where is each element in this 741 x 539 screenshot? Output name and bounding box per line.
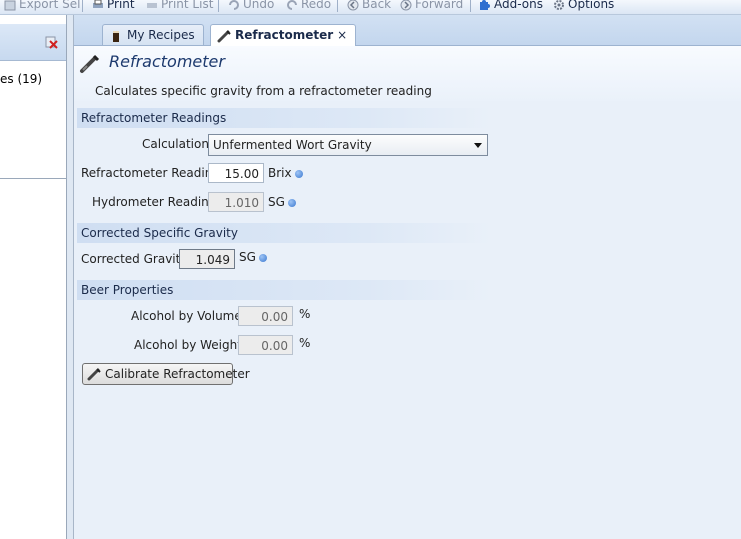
tab-my-recipes[interactable]: My Recipes <box>102 24 204 45</box>
abv-field: 0.00 <box>238 306 293 326</box>
add-ons-button[interactable]: Add-ons <box>479 0 543 12</box>
abv-label: Alcohol by Volume <box>131 309 242 323</box>
corrected-gravity-label: Corrected Gravity <box>81 252 188 266</box>
print-list-button[interactable]: Print List <box>146 0 213 12</box>
toolbar-separator <box>337 0 338 12</box>
chevron-down-icon <box>474 143 482 148</box>
back-icon <box>347 0 359 10</box>
clear-filter-icon[interactable] <box>44 35 58 49</box>
calculation-select[interactable]: Unfermented Wort Gravity <box>208 134 488 156</box>
toolbar-separator <box>82 0 83 12</box>
options-button[interactable]: Options <box>553 0 614 12</box>
left-pane-divider <box>0 178 66 179</box>
info-dot-icon[interactable] <box>294 169 303 178</box>
print-icon <box>93 0 103 8</box>
redo-button[interactable]: Redo <box>286 0 331 12</box>
back-button[interactable]: Back <box>347 0 391 12</box>
forward-button[interactable]: Forward <box>400 0 463 12</box>
corrected-unit: SG <box>239 250 267 264</box>
recipe-folder-item[interactable]: es (19) <box>0 72 42 86</box>
abw-label: Alcohol by Weight <box>134 338 242 352</box>
refractometer-icon <box>80 54 100 73</box>
section-refractometer-readings: Refractometer Readings <box>77 108 491 128</box>
abw-field: 0.00 <box>238 335 293 355</box>
page-title: Refractometer <box>109 52 225 71</box>
left-pane: es (19) <box>0 15 67 539</box>
refractometer-reading-input[interactable]: 15.00 <box>208 163 264 183</box>
vertical-splitter[interactable] <box>67 15 74 539</box>
hydrometer-reading-label: Hydrometer Reading <box>92 195 217 209</box>
toolbar-separator <box>470 0 471 12</box>
calibrate-refractometer-button[interactable]: Calibrate Refractometer <box>82 363 250 385</box>
refractometer-icon <box>217 29 231 42</box>
page-description: Calculates specific gravity from a refra… <box>95 84 432 98</box>
tab-strip: My Recipes Refractometer × <box>74 15 741 46</box>
toolbar: Export Sel Print Print List Undo Redo Ba… <box>0 0 741 15</box>
close-tab-icon[interactable]: × <box>337 28 347 42</box>
print-button[interactable]: Print <box>92 0 135 12</box>
panel-header: Refractometer Calculates specific gravit… <box>74 46 741 101</box>
calculation-label: Calculation <box>142 137 209 151</box>
refractometer-reading-label: Refractometer Reading <box>81 166 220 180</box>
refractometer-unit: Brix <box>268 166 303 180</box>
print-list-icon <box>147 2 157 8</box>
hydrometer-reading-field: 1.010 <box>208 192 264 212</box>
abw-unit: % <box>299 336 311 350</box>
info-dot-icon[interactable] <box>258 253 267 262</box>
forward-icon <box>400 0 412 10</box>
beer-glass-icon <box>113 30 119 42</box>
undo-icon <box>229 0 239 10</box>
gear-icon <box>554 0 564 10</box>
toolbar-separator <box>218 0 219 12</box>
left-pane-header <box>0 24 66 61</box>
puzzle-icon <box>480 0 490 10</box>
refractometer-panel: Refractometer Calculates specific gravit… <box>74 46 741 539</box>
section-corrected-gravity: Corrected Specific Gravity <box>77 223 491 243</box>
refractometer-icon <box>87 368 101 381</box>
info-dot-icon[interactable] <box>287 198 296 207</box>
export-selected-button[interactable]: Export Sel <box>4 0 80 12</box>
section-beer-properties: Beer Properties <box>77 280 491 300</box>
hydrometer-unit: SG <box>268 195 296 209</box>
redo-icon <box>287 0 297 10</box>
tab-refractometer[interactable]: Refractometer × <box>210 24 357 46</box>
abv-unit: % <box>299 307 311 321</box>
undo-button[interactable]: Undo <box>228 0 274 12</box>
corrected-gravity-field: 1.049 <box>179 249 235 269</box>
export-icon <box>4 0 16 10</box>
